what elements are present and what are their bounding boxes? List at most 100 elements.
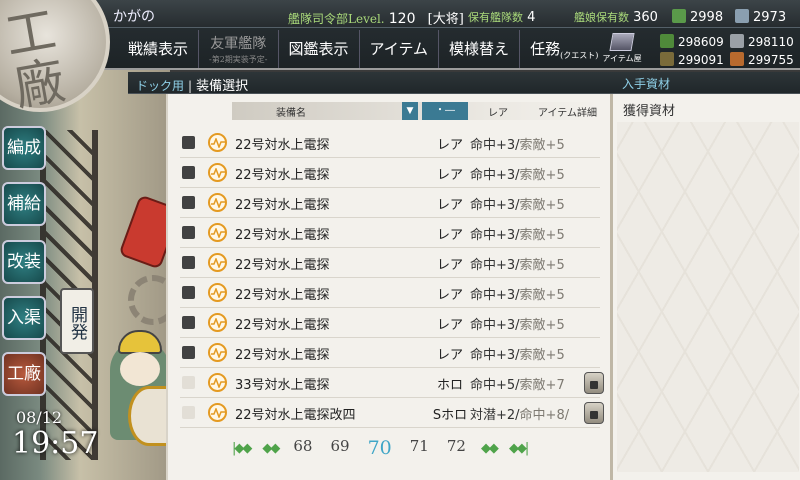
column-rare: レア — [488, 108, 508, 119]
bucket-icon — [672, 9, 686, 23]
sidebar-supply-button[interactable]: 補給 — [2, 182, 46, 226]
materials-panel: 獲得資材 — [610, 94, 800, 480]
ships-count-value: 4 — [527, 10, 536, 25]
item-shop-icon — [609, 33, 635, 51]
top-bar: かがの 艦隊司令部Level. 120 [大将] 保有艦隊数 4 艦娘保有数 3… — [0, 0, 800, 70]
sub-header: ドック用 | 装備選択 入手資材 — [128, 72, 800, 94]
table-row[interactable]: 22号対水上電探 レア 命中+3/索敵+5 — [180, 128, 600, 158]
equipment-name: 22号対水上電探 — [235, 168, 330, 183]
radar-icon — [208, 223, 227, 242]
last-page-button[interactable]: ◆◆| — [509, 441, 529, 456]
menu-items[interactable]: アイテム — [360, 30, 440, 68]
menu-encyclopedia[interactable]: 図鑑表示 — [279, 30, 360, 68]
row-checkbox[interactable] — [182, 256, 195, 269]
menu-record[interactable]: 戦績表示 — [118, 30, 200, 68]
lock-icon[interactable] — [584, 372, 604, 394]
equipment-detail: 命中+3/索敵+5 — [470, 348, 565, 363]
fairy-face — [120, 352, 160, 386]
fuel-icon — [660, 33, 674, 48]
table-row[interactable]: 22号対水上電探 レア 命中+3/索敵+5 — [180, 278, 600, 308]
next-page-button[interactable]: ◆◆ — [481, 441, 499, 456]
equipment-name: 22号対水上電探 — [235, 228, 330, 243]
bucket-count: 2998 — [672, 9, 723, 25]
equipment-name: 22号対水上電探 — [235, 138, 330, 153]
row-checkbox[interactable] — [182, 346, 195, 359]
menu-quests[interactable]: 任務(クエスト) — [520, 30, 608, 68]
lock-icon[interactable] — [584, 402, 604, 424]
table-row[interactable]: 22号対水上電探 レア 命中+3/索敵+5 — [180, 338, 600, 368]
row-checkbox[interactable] — [182, 196, 195, 209]
hq-level-label: 艦隊司令部Level. — [288, 12, 385, 26]
ammo-icon — [660, 51, 674, 66]
table-row[interactable]: 22号対水上電探 レア 命中+3/索敵+5 — [180, 158, 600, 188]
bauxite-resource: 299755 — [730, 51, 800, 67]
page-number[interactable]: 68 — [293, 437, 312, 459]
develop-button[interactable]: 開発 — [60, 288, 94, 354]
equipment-name: 22号対水上電探 — [235, 198, 330, 213]
sidebar-arsenal-button[interactable]: 工廠 — [2, 352, 46, 396]
table-row[interactable]: 22号対水上電探 レア 命中+3/索敵+5 — [180, 218, 600, 248]
table-row[interactable]: 22号対水上電探 レア 命中+3/索敵+5 — [180, 248, 600, 278]
prev-page-button[interactable]: ◆◆ — [262, 441, 280, 456]
page-numbers: 68 69 70 71 72 — [284, 437, 475, 459]
breadcrumb: ドック用 | 装備選択 — [136, 79, 249, 94]
equipment-detail: 命中+3/索敵+5 — [470, 318, 565, 333]
shipgirls-count-value: 360 — [633, 10, 658, 25]
list-header: 装備名 ▼ ・― レア アイテム詳細 — [232, 102, 598, 120]
row-checkbox[interactable] — [182, 376, 195, 389]
sidebar-repair-button[interactable]: 入渠 — [2, 296, 46, 340]
page-number[interactable]: 70 — [368, 437, 392, 459]
menu-friend-fleet-label: 友軍艦隊 — [210, 36, 267, 52]
radar-icon — [208, 313, 227, 332]
radar-icon — [208, 373, 227, 392]
bucket-value: 2998 — [690, 10, 724, 25]
develop-bubble[interactable] — [128, 386, 170, 446]
sort-dropdown-button[interactable]: ▼ — [402, 102, 418, 120]
view-toggle-button[interactable]: ・― — [422, 102, 468, 120]
row-checkbox[interactable] — [182, 226, 195, 239]
table-row[interactable]: 33号対水上電探 ホロ 命中+5/索敵+7 — [180, 368, 604, 398]
radar-icon — [208, 163, 227, 182]
sidebar-organize-button[interactable]: 編成 — [2, 126, 46, 170]
page-number[interactable]: 71 — [410, 437, 429, 459]
ships-count-label: 保有艦隊数 — [468, 11, 523, 24]
acquired-materials-header: 入手資材 — [622, 77, 671, 91]
row-checkbox[interactable] — [182, 136, 195, 149]
row-checkbox[interactable] — [182, 286, 195, 299]
menu-friend-fleet-sub: -第2期実装予定- — [209, 55, 268, 64]
item-shop-button[interactable]: アイテム屋 — [598, 30, 646, 68]
table-row[interactable]: 22号対水上電探 レア 命中+3/索敵+5 — [180, 308, 600, 338]
sidebar-remodel-button[interactable]: 改装 — [2, 240, 46, 284]
materials-area — [617, 122, 799, 472]
menu-friend-fleet[interactable]: 友軍艦隊 -第2期実装予定- — [199, 30, 279, 68]
breadcrumb-parent[interactable]: ドック用 — [136, 79, 184, 93]
date-display: 08/12 — [16, 408, 63, 427]
radar-icon — [208, 133, 227, 152]
equipment-detail: 命中+3/索敵+5 — [470, 288, 565, 303]
breadcrumb-current: 装備選択 — [196, 79, 249, 94]
page-number[interactable]: 72 — [447, 437, 466, 459]
equipment-detail: 命中+3/索敵+5 — [470, 198, 565, 213]
equipment-name: 22号対水上電探 — [235, 258, 330, 273]
steel-icon — [730, 33, 744, 48]
equipment-name: 22号対水上電探 — [235, 288, 330, 303]
table-row[interactable]: 22号対水上電探 レア 命中+3/索敵+5 — [180, 188, 600, 218]
main-menu: 戦績表示 友軍艦隊 -第2期実装予定- 図鑑表示 アイテム 模様替え 任務(クエ… — [118, 30, 608, 68]
first-page-button[interactable]: |◆◆ — [232, 441, 252, 456]
hq-level: 艦隊司令部Level. 120 [大将] — [288, 8, 464, 27]
fuel-value: 298609 — [678, 34, 724, 49]
equipment-list-panel: 装備名 ▼ ・― レア アイテム詳細 22号対水上電探 レア 命中+3/索敵+5 22… — [166, 94, 610, 480]
row-checkbox[interactable] — [182, 316, 195, 329]
equipment-name: 22号対水上電探 — [235, 348, 330, 363]
steel-resource: 298110 — [730, 33, 800, 49]
devmat-value: 2973 — [753, 10, 787, 25]
table-row[interactable]: 22号対水上電探改四 Sホロ 対潜+2/命中+8/ — [180, 398, 604, 428]
ships-count: 保有艦隊数 4 — [468, 9, 535, 25]
hq-level-value: 120 — [388, 11, 416, 27]
row-checkbox[interactable] — [182, 406, 195, 419]
equipment-detail: 命中+3/索敵+5 — [470, 258, 565, 273]
row-checkbox[interactable] — [182, 166, 195, 179]
page-number[interactable]: 69 — [330, 437, 349, 459]
menu-remodel-room[interactable]: 模様替え — [439, 30, 521, 68]
equipment-detail: 命中+3/索敵+5 — [470, 138, 565, 153]
